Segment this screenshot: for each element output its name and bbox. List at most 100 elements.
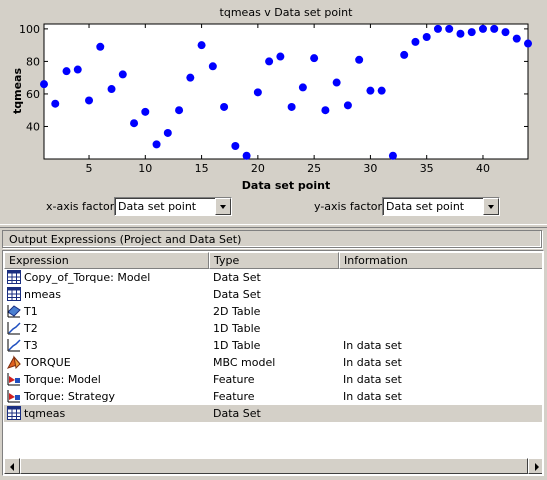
x-tick-label: 10 — [138, 162, 152, 175]
y-tick-label: 40 — [26, 120, 40, 133]
data-point — [220, 102, 229, 111]
data-point — [197, 41, 206, 50]
cell-info: In data set — [343, 356, 402, 369]
scroll-right-button[interactable] — [528, 458, 542, 474]
x-tick-label: 15 — [195, 162, 209, 175]
table-header: Expression Type Information — [4, 252, 542, 269]
table-row[interactable]: nmeas Data Set — [4, 286, 542, 303]
cell-type: 1D Table — [213, 322, 261, 335]
x-tick-label: 5 — [86, 162, 93, 175]
data-point — [400, 50, 409, 59]
data-point — [524, 39, 532, 48]
cell-expression: T3 — [24, 339, 38, 352]
table-row[interactable]: T2 1D Table — [4, 320, 542, 337]
cell-info: In data set — [343, 373, 402, 386]
1d-table-icon — [7, 321, 21, 335]
data-point — [141, 107, 150, 116]
x-axis-dropdown-button[interactable] — [215, 198, 231, 215]
cell-type: Feature — [213, 373, 255, 386]
data-point — [231, 141, 240, 150]
data-set-view-window: tqmeas v Data set point Data set point t… — [0, 0, 547, 480]
arrow-right-icon — [535, 463, 539, 471]
data-point — [512, 34, 521, 43]
scatter-chart: tqmeas v Data set point Data set point t… — [11, 6, 532, 192]
cell-type: Data Set — [213, 271, 261, 284]
y-axis-factor-label: y-axis factor: — [314, 200, 386, 213]
1d-table-icon — [7, 338, 21, 352]
data-point — [321, 106, 330, 115]
y-axis-dropdown-button[interactable] — [483, 198, 499, 215]
data-point — [163, 128, 172, 137]
cell-info: In data set — [343, 390, 402, 403]
data-point — [276, 52, 285, 61]
output-expressions-header: Output Expressions (Project and Data Set… — [2, 230, 542, 248]
data-point — [445, 24, 454, 33]
table-row[interactable]: tqmeas Data Set — [4, 405, 542, 422]
data-point — [73, 65, 82, 74]
data-point — [501, 28, 510, 37]
cell-expression: Copy_of_Torque: Model — [24, 271, 151, 284]
cell-expression: nmeas — [24, 288, 61, 301]
x-tick-label: 40 — [476, 162, 490, 175]
data-point — [130, 119, 139, 128]
data-point — [152, 140, 161, 149]
table-row[interactable]: TORQUE MBC model In data set — [4, 354, 542, 371]
data-point — [332, 78, 341, 87]
cell-info: In data set — [343, 339, 402, 352]
mbc-model-icon — [6, 355, 21, 370]
x-tick-label: 25 — [307, 162, 321, 175]
chart-x-axis-label: Data set point — [242, 179, 330, 192]
cell-expression: Torque: Strategy — [24, 390, 115, 403]
plot-area — [43, 23, 529, 160]
data-point — [411, 37, 420, 46]
data-point — [377, 86, 386, 95]
column-header-information[interactable]: Information — [339, 252, 542, 269]
x-axis-factor-dropdown[interactable]: Data set point — [114, 197, 232, 216]
column-header-type[interactable]: Type — [209, 252, 339, 269]
2d-table-icon — [7, 304, 21, 318]
data-point — [51, 99, 60, 108]
table-row[interactable]: T1 2D Table — [4, 303, 542, 320]
data-point — [388, 151, 397, 160]
cell-type: 1D Table — [213, 339, 261, 352]
cell-type: Data Set — [213, 407, 261, 420]
column-header-expression[interactable]: Expression — [4, 252, 209, 269]
data-point — [478, 24, 487, 33]
data-point — [433, 24, 442, 33]
cell-type: Data Set — [213, 288, 261, 301]
y-axis-factor-value: Data set point — [386, 200, 465, 213]
table-row[interactable]: Torque: Strategy Feature In data set — [4, 388, 542, 405]
cell-expression: T1 — [24, 305, 38, 318]
y-axis-factor-dropdown[interactable]: Data set point — [382, 197, 500, 216]
chart-title: tqmeas v Data set point — [220, 6, 354, 19]
data-point — [343, 101, 352, 110]
data-point — [298, 83, 307, 92]
scroll-left-button[interactable] — [4, 458, 20, 474]
data-point — [107, 85, 116, 94]
data-point — [310, 54, 319, 63]
chevron-down-icon — [220, 205, 226, 209]
data-point — [40, 80, 48, 89]
horizontal-scrollbar[interactable] — [4, 458, 542, 474]
table-row[interactable]: Copy_of_Torque: Model Data Set — [4, 269, 542, 286]
scrollbar-thumb[interactable] — [20, 458, 528, 474]
cell-expression: TORQUE — [24, 356, 71, 369]
x-axis-factor-label: x-axis factor: — [46, 200, 118, 213]
y-tick-label: 60 — [26, 88, 40, 101]
data-point — [467, 28, 476, 37]
data-point — [253, 88, 262, 97]
data-point — [186, 73, 195, 82]
data-point — [242, 151, 251, 160]
data-point — [355, 55, 364, 64]
pane-splitter[interactable] — [0, 224, 547, 228]
data-point — [366, 86, 375, 95]
x-tick-label: 35 — [420, 162, 434, 175]
data-point — [175, 106, 184, 115]
data-point — [118, 70, 127, 79]
table-row[interactable]: Torque: Model Feature In data set — [4, 371, 542, 388]
table-row[interactable]: T3 1D Table In data set — [4, 337, 542, 354]
x-tick-label: 20 — [251, 162, 265, 175]
data-point — [96, 42, 105, 51]
y-tick-label: 100 — [19, 23, 40, 36]
data-point — [85, 96, 94, 105]
